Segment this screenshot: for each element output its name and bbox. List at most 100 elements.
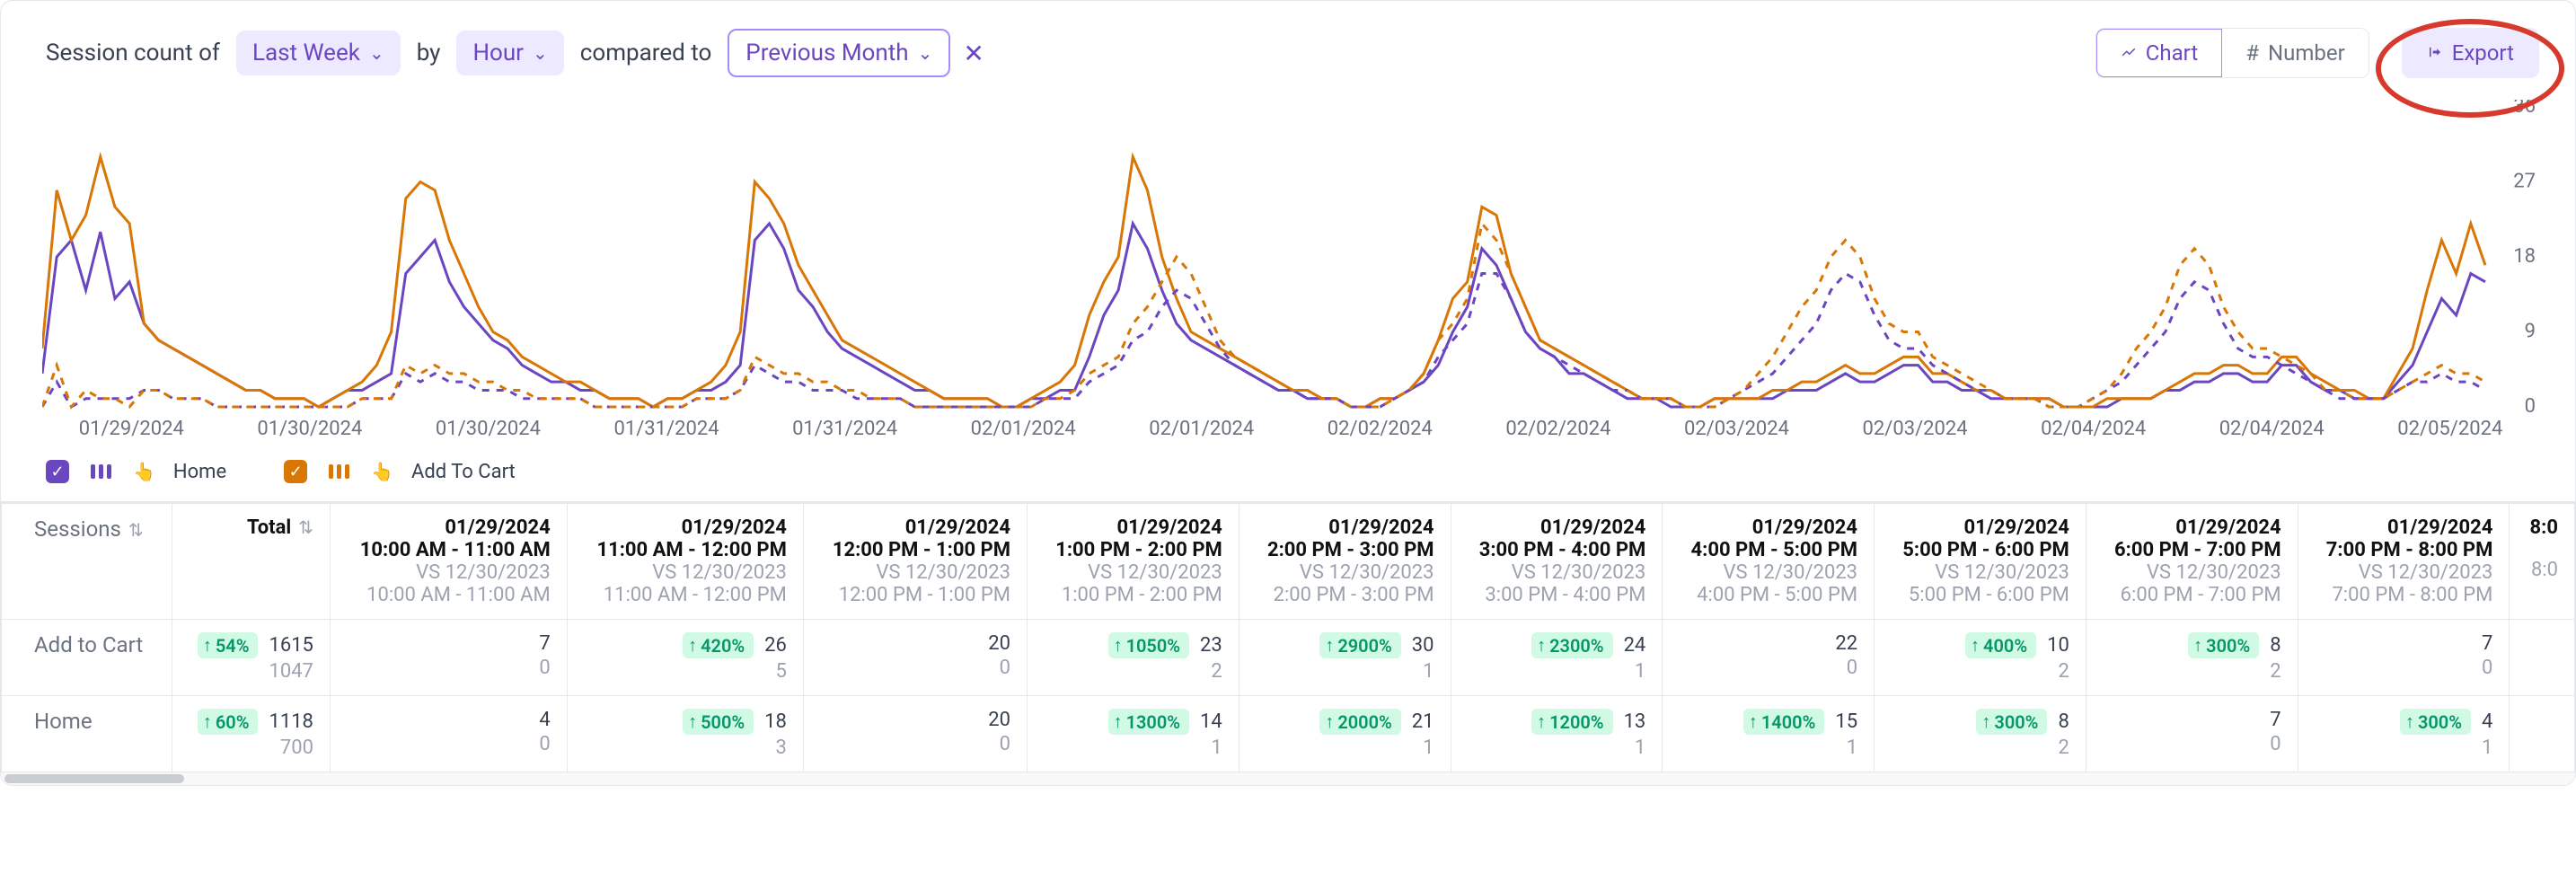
svg-text:27: 27 bbox=[2513, 171, 2536, 193]
legend-checkbox-home[interactable]: ✓ bbox=[46, 460, 69, 483]
compare-dropdown[interactable]: Previous Month ⌄ bbox=[728, 29, 950, 77]
row-label: Add to Cart bbox=[2, 620, 172, 696]
controls-row: Session count of Last Week ⌄ by Hour ⌄ c… bbox=[1, 1, 2575, 100]
x-axis-tick-label: 02/02/2024 bbox=[1469, 418, 1648, 440]
horizontal-scrollbar[interactable] bbox=[1, 772, 2575, 785]
hour-column-header[interactable]: 01/29/20241:00 PM - 2:00 PMVS 12/30/2023… bbox=[1028, 504, 1239, 620]
data-cell: 2000%211 bbox=[1239, 696, 1451, 772]
data-cell: 500%183 bbox=[567, 696, 803, 772]
view-chart-label: Chart bbox=[2146, 40, 2198, 66]
data-cell: 220 bbox=[1663, 620, 1875, 696]
x-axis-tick-label: 02/01/2024 bbox=[934, 418, 1113, 440]
x-axis-labels: 01/29/202401/30/202401/30/202401/31/2024… bbox=[42, 414, 2539, 440]
hash-icon: # bbox=[2245, 40, 2259, 66]
data-cell: 1400%151 bbox=[1663, 696, 1875, 772]
granularity-label: Hour bbox=[472, 40, 524, 66]
dashed-icon bbox=[91, 464, 111, 479]
legend-checkbox-addtocart[interactable]: ✓ bbox=[284, 460, 307, 483]
data-cell: 2300%241 bbox=[1451, 620, 1663, 696]
thumb-icon: 👆 bbox=[133, 461, 155, 482]
row-label: Home bbox=[2, 696, 172, 772]
data-cell: 2900%301 bbox=[1239, 620, 1451, 696]
svg-text:0: 0 bbox=[2525, 395, 2536, 414]
x-axis-tick-label: 01/29/2024 bbox=[42, 418, 221, 440]
view-toggle: Chart # Number bbox=[2095, 28, 2369, 78]
export-button[interactable]: Export bbox=[2402, 28, 2539, 78]
hour-column-header[interactable]: 01/29/202412:00 PM - 1:00 PMVS 12/30/202… bbox=[803, 504, 1027, 620]
line-chart-icon bbox=[2121, 40, 2137, 66]
compare-label: Previous Month bbox=[745, 40, 908, 66]
svg-text:36: 36 bbox=[2513, 100, 2536, 118]
total-cell: 54%16151047 bbox=[172, 620, 331, 696]
chart-area: 09182736 01/29/202401/30/202401/30/20240… bbox=[1, 100, 2575, 440]
analytics-panel: Session count of Last Week ⌄ by Hour ⌄ c… bbox=[0, 0, 2576, 786]
close-icon[interactable]: ✕ bbox=[963, 39, 984, 68]
table-wrap: Sessions⇅Total⇅01/29/202410:00 AM - 11:0… bbox=[1, 501, 2575, 785]
data-cell: 300%82 bbox=[1875, 696, 2086, 772]
prefix-text: Session count of bbox=[46, 40, 220, 66]
x-axis-tick-label: 02/02/2024 bbox=[1291, 418, 1469, 440]
hour-column-header[interactable]: 01/29/20246:00 PM - 7:00 PMVS 12/30/2023… bbox=[2086, 504, 2298, 620]
x-axis-tick-label: 02/04/2024 bbox=[2183, 418, 2361, 440]
data-cell: 1050%232 bbox=[1028, 620, 1239, 696]
x-axis-tick-label: 01/30/2024 bbox=[221, 418, 400, 440]
data-cell: 70 bbox=[330, 620, 567, 696]
data-cell: 1300%141 bbox=[1028, 696, 1239, 772]
data-cell: 420%265 bbox=[567, 620, 803, 696]
table-row: Add to Cart54%1615104770420%2652001050%2… bbox=[2, 620, 2575, 696]
x-axis-tick-label: 02/04/2024 bbox=[2004, 418, 2183, 440]
table-header-row: Sessions⇅Total⇅01/29/202410:00 AM - 11:0… bbox=[2, 504, 2575, 620]
data-cell: 300%82 bbox=[2086, 620, 2298, 696]
period-dropdown[interactable]: Last Week ⌄ bbox=[236, 31, 401, 75]
data-cell: 300%41 bbox=[2298, 696, 2510, 772]
total-cell: 60%1118700 bbox=[172, 696, 331, 772]
export-icon bbox=[2427, 40, 2443, 66]
dashed-icon bbox=[329, 464, 349, 479]
thumb-icon: 👆 bbox=[371, 461, 393, 482]
granularity-dropdown[interactable]: Hour ⌄ bbox=[456, 31, 563, 75]
sessions-header[interactable]: Sessions⇅ bbox=[2, 504, 172, 620]
export-label: Export bbox=[2452, 40, 2514, 66]
data-cell: 200 bbox=[803, 696, 1027, 772]
hour-column-header[interactable]: 01/29/20243:00 PM - 4:00 PMVS 12/30/2023… bbox=[1451, 504, 1663, 620]
view-number-button[interactable]: # Number bbox=[2222, 29, 2369, 77]
data-cell: 40 bbox=[330, 696, 567, 772]
hour-column-header[interactable]: 01/29/202411:00 AM - 12:00 PMVS 12/30/20… bbox=[567, 504, 803, 620]
table-body: Add to Cart54%1615104770420%2652001050%2… bbox=[2, 620, 2575, 772]
data-cell: 400%102 bbox=[1875, 620, 2086, 696]
view-number-label: Number bbox=[2268, 40, 2345, 66]
data-table: Sessions⇅Total⇅01/29/202410:00 AM - 11:0… bbox=[1, 503, 2575, 772]
hour-column-header[interactable]: 01/29/20245:00 PM - 6:00 PMVS 12/30/2023… bbox=[1875, 504, 2086, 620]
x-axis-tick-label: 02/01/2024 bbox=[1112, 418, 1291, 440]
x-axis-tick-label: 01/31/2024 bbox=[755, 418, 934, 440]
x-axis-tick-label: 02/03/2024 bbox=[1826, 418, 2005, 440]
chevron-down-icon: ⌄ bbox=[533, 42, 548, 64]
total-header[interactable]: Total⇅ bbox=[172, 504, 331, 620]
hour-column-header[interactable]: 01/29/20244:00 PM - 5:00 PMVS 12/30/2023… bbox=[1663, 504, 1875, 620]
x-axis-tick-label: 01/30/2024 bbox=[399, 418, 578, 440]
hour-column-header[interactable]: 01/29/20242:00 PM - 3:00 PMVS 12/30/2023… bbox=[1239, 504, 1451, 620]
data-cell: 1200%131 bbox=[1451, 696, 1663, 772]
compared-text: compared to bbox=[580, 40, 712, 66]
table-row: Home60%111870040500%1832001300%1412000%2… bbox=[2, 696, 2575, 772]
data-cell: 200 bbox=[803, 620, 1027, 696]
hour-column-header-partial: 8:08:0 bbox=[2510, 504, 2575, 620]
chevron-down-icon: ⌄ bbox=[918, 42, 933, 64]
hour-column-header[interactable]: 01/29/202410:00 AM - 11:00 AMVS 12/30/20… bbox=[330, 504, 567, 620]
view-chart-button[interactable]: Chart bbox=[2095, 28, 2223, 78]
scrollbar-thumb[interactable] bbox=[4, 774, 184, 783]
x-axis-tick-label: 01/31/2024 bbox=[578, 418, 756, 440]
data-cell: 70 bbox=[2086, 696, 2298, 772]
x-axis-tick-label: 02/05/2024 bbox=[2361, 418, 2540, 440]
hour-column-header[interactable]: 01/29/20247:00 PM - 8:00 PMVS 12/30/2023… bbox=[2298, 504, 2510, 620]
line-chart: 0 9 18 27 36 bbox=[42, 100, 2539, 414]
legend-addtocart-label: Add To Cart bbox=[411, 461, 516, 483]
data-cell: 70 bbox=[2298, 620, 2510, 696]
legend-home-label: Home bbox=[173, 461, 226, 483]
svg-text:18: 18 bbox=[2513, 245, 2536, 268]
by-text: by bbox=[417, 40, 441, 66]
period-label: Last Week bbox=[252, 40, 360, 66]
chevron-down-icon: ⌄ bbox=[369, 42, 384, 64]
svg-text:9: 9 bbox=[2525, 321, 2536, 343]
x-axis-tick-label: 02/03/2024 bbox=[1647, 418, 1826, 440]
